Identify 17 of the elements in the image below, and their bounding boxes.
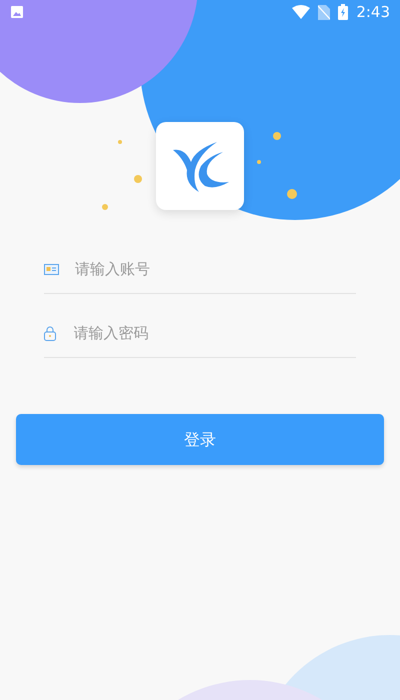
input-field[interactable]: 请输入账号 [75,258,356,281]
image-icon [10,5,24,19]
lock-icon [44,326,56,341]
battery-charging-icon [338,4,348,20]
decor-dot [257,160,261,164]
input-field[interactable]: 请输入密码 [74,322,356,345]
decor-dot [273,132,281,140]
clock-time: 2:43 [356,2,390,23]
decor-dot [134,175,142,183]
decor-dot [287,189,297,199]
decor-dot [102,204,108,210]
login-button[interactable]: 登录 [16,414,384,465]
decor-dot [118,140,122,144]
logo-icon [171,140,229,192]
id-card-icon [44,264,59,275]
no-sim-icon [318,4,330,20]
wifi-icon [292,5,310,19]
